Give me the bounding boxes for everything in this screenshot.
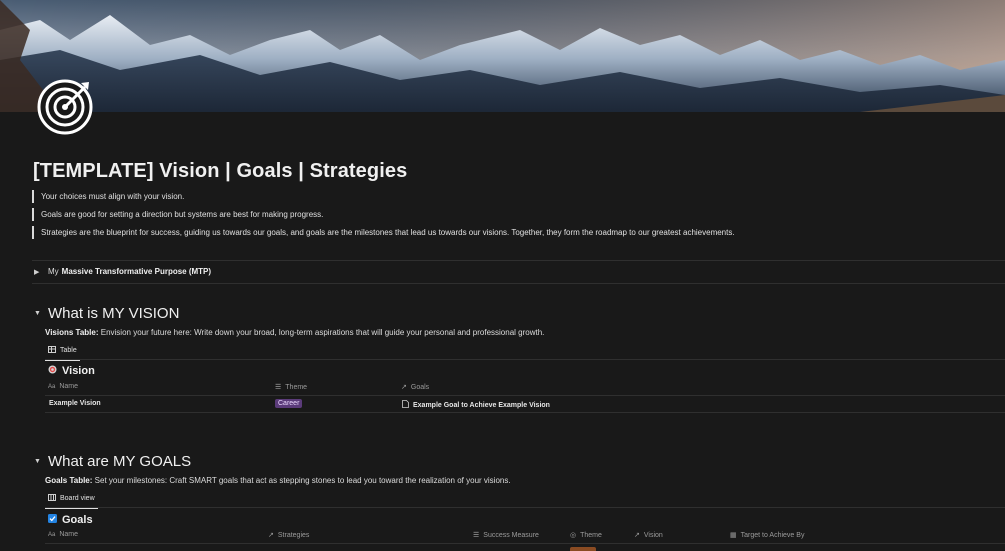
goals-desc-label: Goals Table: <box>45 476 93 485</box>
column-header-name[interactable]: Aa Name <box>48 531 78 538</box>
column-header-success-measure[interactable]: ☰ Success Measure <box>473 531 539 540</box>
related-goal-link[interactable]: Example Goal to Achieve Example Vision <box>413 402 550 409</box>
goals-heading: What are MY GOALS <box>48 453 192 470</box>
toggle-expanded-icon[interactable]: ▼ <box>34 458 42 465</box>
mtp-label: Massive Transformative Purpose (MTP) <box>61 267 212 276</box>
text-property-icon: Aa <box>48 383 56 390</box>
goals-database-title[interactable]: Goals <box>48 514 93 526</box>
table-row-theme[interactable] <box>570 547 596 551</box>
board-icon <box>48 494 56 503</box>
tab-label: Board view <box>60 495 95 502</box>
relation-arrow-icon: ↗ <box>634 532 640 539</box>
toggle-collapsed-icon[interactable]: ▶ <box>34 268 42 276</box>
goals-heading-toggle[interactable]: ▼ What are MY GOALS <box>34 453 191 470</box>
column-label: Success Measure <box>483 531 539 539</box>
column-header-strategies[interactable]: ↗ Strategies <box>268 531 310 540</box>
table-row-goals[interactable]: Example Goal to Achieve Example Vision <box>402 400 550 410</box>
cover-image <box>0 0 1005 112</box>
divider <box>32 260 1005 261</box>
divider <box>45 507 1005 508</box>
column-label: Name <box>59 383 79 390</box>
vision-emoji-icon <box>48 365 57 377</box>
divider <box>45 359 1005 360</box>
column-header-vision[interactable]: ↗ Vision <box>634 531 663 540</box>
text-lines-icon: ☰ <box>473 532 480 539</box>
table-icon <box>48 346 56 355</box>
mtp-toggle[interactable]: ▶ My Massive Transformative Purpose (MTP) <box>34 267 211 276</box>
theme-tag: Career <box>275 399 303 408</box>
table-row-theme[interactable]: Career <box>275 399 303 408</box>
divider <box>45 395 1005 396</box>
database-title-text: Goals <box>62 514 93 526</box>
divider <box>45 543 1005 544</box>
column-header-target-date[interactable]: ▦ Target to Achieve By <box>730 531 805 540</box>
column-header-theme[interactable]: ☰ Theme <box>275 383 308 392</box>
goals-description: Goals Table: Set your milestones: Craft … <box>45 476 511 485</box>
table-row-name[interactable]: Example Vision <box>49 400 101 407</box>
target-icon[interactable] <box>37 78 95 136</box>
vision-database-title[interactable]: Vision <box>48 365 95 377</box>
tab-label: Table <box>60 347 77 354</box>
quote-block: Strategies are the blueprint for success… <box>32 226 735 239</box>
column-header-theme[interactable]: ◎ Theme <box>570 531 602 540</box>
column-label: Target to Achieve By <box>740 531 805 539</box>
page-title: [TEMPLATE] Vision | Goals | Strategies <box>33 160 408 182</box>
toggle-expanded-icon[interactable]: ▼ <box>34 310 42 317</box>
select-property-icon: ☰ <box>275 384 282 391</box>
vision-description: Visions Table: Envision your future here… <box>45 328 544 337</box>
status-circle-icon: ◎ <box>570 532 577 539</box>
mtp-prefix: My <box>48 267 59 276</box>
vision-heading: What is MY VISION <box>48 305 180 322</box>
column-label: Vision <box>643 531 663 539</box>
divider <box>45 412 1005 413</box>
goals-desc-text: Set your milestones: Craft SMART goals t… <box>94 476 511 485</box>
column-header-name[interactable]: Aa Name <box>48 383 78 390</box>
column-label: Theme <box>580 531 602 539</box>
column-label: Strategies <box>277 531 310 539</box>
calendar-icon: ▦ <box>730 532 737 539</box>
relation-arrow-icon: ↗ <box>268 532 274 539</box>
database-title-text: Vision <box>62 365 95 377</box>
theme-tag <box>570 547 596 551</box>
text-property-icon: Aa <box>48 531 56 538</box>
quote-block: Your choices must align with your vision… <box>32 190 184 203</box>
checkbox-icon <box>48 514 57 526</box>
vision-desc-text: Envision your future here: Write down yo… <box>100 328 545 337</box>
quote-block: Goals are good for setting a direction b… <box>32 208 323 221</box>
column-label: Name <box>59 531 79 538</box>
row-name: Example Vision <box>49 400 101 407</box>
page-icon <box>402 400 409 410</box>
vision-desc-label: Visions Table: <box>45 328 99 337</box>
column-header-goals[interactable]: ↗ Goals <box>401 383 430 392</box>
relation-arrow-icon: ↗ <box>401 384 407 391</box>
divider <box>32 283 1005 284</box>
vision-heading-toggle[interactable]: ▼ What is MY VISION <box>34 305 179 322</box>
column-label: Theme <box>285 383 308 391</box>
column-label: Goals <box>410 383 430 391</box>
